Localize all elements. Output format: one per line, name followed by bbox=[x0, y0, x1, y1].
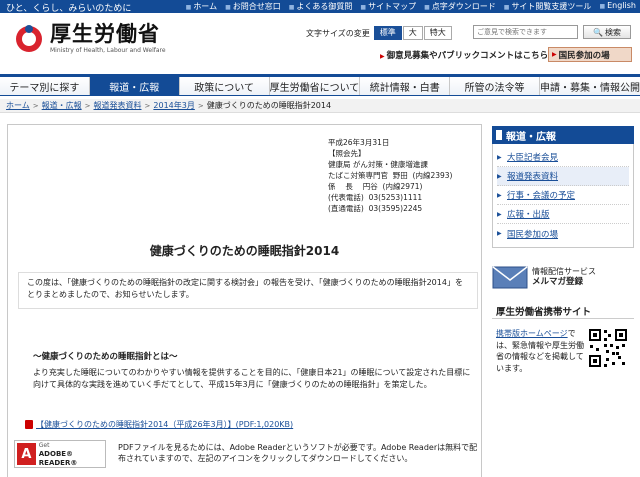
search-input[interactable] bbox=[473, 25, 578, 39]
breadcrumb-separator-icon: > bbox=[197, 101, 204, 110]
mobile-site-title: 厚生労働省携帯サイト bbox=[496, 307, 592, 318]
mobile-site-text: 携帯版ホームページでは、緊急情報や厚生労働省の情報などを掲載しています。 bbox=[496, 328, 584, 374]
font-size-large-button[interactable]: 大 bbox=[402, 26, 423, 40]
accessibility-link[interactable]: サイト閲覧支援ツール bbox=[504, 1, 591, 12]
adobe-note: PDFファイルを見るためには、Adobe Readerというソフトが必要です。A… bbox=[118, 443, 478, 463]
nav-policy[interactable]: 政策について bbox=[179, 77, 270, 95]
pdf-download-link[interactable]: 【健康づくりのための睡眠指針2014（平成26年3月）】(PDF:1,020KB… bbox=[25, 419, 293, 430]
logo-title: 厚生労働省 bbox=[50, 22, 160, 46]
english-link[interactable]: English bbox=[599, 1, 636, 12]
utility-links: ホーム お問合せ窓口 よくある御質問 サイトマップ 点字ダウンロード サイト閲覧… bbox=[186, 1, 636, 12]
top-bar: ひと、くらし、みらいのために ホーム お問合せ窓口 よくある御質問 サイトマップ… bbox=[0, 0, 640, 14]
braille-link[interactable]: 点字ダウンロード bbox=[424, 1, 496, 12]
breadcrumb-home[interactable]: ホーム bbox=[6, 100, 30, 111]
font-size-control: 文字サイズの変更 標準 大 特大 bbox=[306, 26, 453, 40]
home-link[interactable]: ホーム bbox=[186, 1, 217, 12]
breadcrumb-separator-icon: > bbox=[144, 101, 151, 110]
nav-theme[interactable]: テーマ別に探す bbox=[0, 77, 90, 95]
font-size-standard-button[interactable]: 標準 bbox=[373, 26, 402, 40]
breadcrumb-separator-icon: > bbox=[84, 101, 91, 110]
nav-press[interactable]: 報道・広報 bbox=[89, 77, 180, 95]
pdf-icon bbox=[25, 420, 33, 429]
breadcrumb-current: 健康づくりのための睡眠指針2014 bbox=[206, 101, 332, 110]
search-button[interactable]: 🔍 検索 bbox=[583, 25, 631, 39]
public-comment-link[interactable]: 御意見募集やパブリックコメントはこちら bbox=[380, 49, 549, 61]
mail-service-label: 情報配信サービス bbox=[532, 267, 596, 276]
main-content: 平成26年3月31日 【照会先】 健康局 がん対策・健康増進課 たばこ対策専門官… bbox=[7, 124, 482, 477]
font-size-label: 文字サイズの変更 bbox=[306, 28, 370, 38]
sitemap-link[interactable]: サイトマップ bbox=[360, 1, 416, 12]
tagline: ひと、くらし、みらいのために bbox=[6, 4, 132, 14]
sidebar-item-releases[interactable]: 報道発表資料 bbox=[497, 167, 629, 186]
global-nav: テーマ別に探す 報道・広報 政策について 厚生労働省について 統計情報・白書 所… bbox=[0, 74, 640, 96]
sidebar: 報道・広報 大臣記者会見 報道発表資料 行事・会議の予定 広報・出版 国民参加の… bbox=[492, 126, 634, 248]
contact-link[interactable]: お問合せ窓口 bbox=[225, 1, 281, 12]
adobe-get-label: Get bbox=[38, 441, 50, 449]
breadcrumb-press[interactable]: 報道・広報 bbox=[42, 100, 82, 111]
sidebar-item-publications[interactable]: 広報・出版 bbox=[497, 205, 629, 224]
page-title: 健康づくりのための睡眠指針2014 bbox=[149, 244, 340, 258]
nav-statistics[interactable]: 統計情報・白書 bbox=[360, 77, 451, 95]
mail-register-label: メルマガ登録 bbox=[532, 277, 584, 287]
qr-code-icon bbox=[588, 328, 628, 368]
faq-link[interactable]: よくある御質問 bbox=[289, 1, 352, 12]
sidebar-item-events[interactable]: 行事・会議の予定 bbox=[497, 186, 629, 205]
participation-button[interactable]: 国民参加の場 bbox=[548, 47, 632, 62]
breadcrumb-separator-icon: > bbox=[32, 101, 39, 110]
search-icon: 🔍 bbox=[593, 27, 603, 37]
search-button-label: 検索 bbox=[604, 27, 621, 37]
logo-subtitle: Ministry of Health, Labour and Welfare bbox=[50, 47, 166, 54]
adobe-product-label: ADOBE® READER® bbox=[38, 449, 78, 467]
envelope-icon bbox=[492, 266, 528, 289]
nav-laws[interactable]: 所管の法令等 bbox=[450, 77, 540, 95]
section-heading: ～健康づくりのための睡眠指針とは～ bbox=[33, 352, 178, 362]
adobe-reader-button[interactable]: A Get ADOBE® READER® bbox=[14, 440, 106, 468]
adobe-icon: A bbox=[17, 443, 36, 465]
mail-magazine-banner[interactable]: 情報配信サービス メルマガ登録 bbox=[492, 262, 634, 292]
intro-text: この度は、「健康づくりのための睡眠指針の改定に関する検討会」の報告を受け、「健康… bbox=[18, 272, 478, 309]
nav-applications[interactable]: 申請・募集・情報公開 bbox=[540, 77, 640, 95]
breadcrumb-month[interactable]: 2014年3月 bbox=[153, 100, 194, 111]
sidebar-item-press-conference[interactable]: 大臣記者会見 bbox=[497, 148, 629, 167]
breadcrumb-releases[interactable]: 報道発表資料 bbox=[94, 100, 142, 111]
divider bbox=[492, 318, 634, 319]
font-size-xlarge-button[interactable]: 特大 bbox=[423, 26, 452, 40]
mobile-site-link[interactable]: 携帯版ホームページ bbox=[496, 329, 568, 338]
site-logo[interactable]: 厚生労働省 Ministry of Health, Labour and Wel… bbox=[12, 22, 166, 54]
pdf-link-text: 【健康づくりのための睡眠指針2014（平成26年3月）】(PDF:1,020KB… bbox=[36, 420, 294, 429]
sidebar-item-participation[interactable]: 国民参加の場 bbox=[497, 224, 629, 243]
breadcrumb: ホーム > 報道・広報 > 報道発表資料 > 2014年3月 > 健康づくりのた… bbox=[0, 99, 640, 113]
nav-about[interactable]: 厚生労働省について bbox=[269, 77, 361, 95]
sidebar-heading: 報道・広報 bbox=[492, 126, 634, 144]
contact-info: 平成26年3月31日 【照会先】 健康局 がん対策・健康増進課 たばこ対策専門官… bbox=[328, 138, 453, 213]
sidebar-list: 大臣記者会見 報道発表資料 行事・会議の予定 広報・出版 国民参加の場 bbox=[492, 144, 634, 248]
section-text: より充実した睡眠についてのわかりやすい情報を提供することを目的に、「健康日本21… bbox=[33, 368, 471, 389]
logo-icon bbox=[16, 25, 42, 52]
